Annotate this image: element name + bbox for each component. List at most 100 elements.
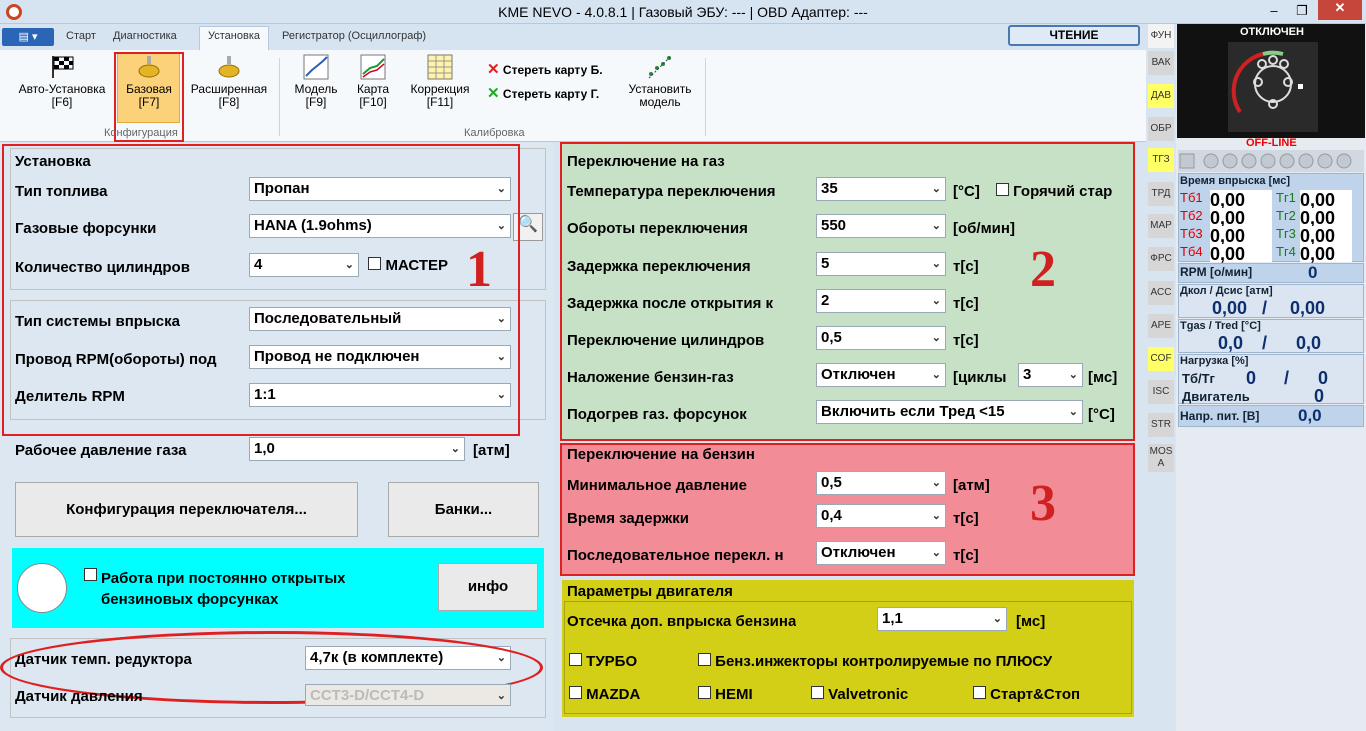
switch-config-button[interactable]: Конфигурация переключателя...	[15, 482, 358, 537]
mazda-checkbox[interactable]: MAZDA	[569, 686, 640, 703]
model-button[interactable]: Модель [F9]	[288, 54, 344, 109]
checkbox-icon	[996, 183, 1009, 196]
pressure-sensor-select[interactable]: CCT3-D/CCT4-D ⌄	[305, 684, 511, 706]
plus-injectors-checkbox[interactable]: Бенз.инжекторы контролируемые по ПЛЮСУ	[698, 653, 1052, 670]
switch-temp-select[interactable]: 35 ⌄	[816, 177, 946, 201]
cyl-switch-select[interactable]: 0,5 ⌄	[816, 326, 946, 350]
sequential-switch-select[interactable]: Отключен ⌄	[816, 541, 946, 565]
annotation-2: 2	[1030, 241, 1056, 298]
side-tab-tgz[interactable]: ТГЗ	[1148, 148, 1174, 172]
valvetronic-checkbox[interactable]: Valvetronic	[811, 686, 908, 703]
tg4-label: Тг4	[1276, 244, 1296, 259]
temp-b-value: 0,0	[1296, 333, 1322, 353]
switch-rpm-select[interactable]: 550 ⌄	[816, 214, 946, 238]
side-tab-ass[interactable]: АСС	[1148, 281, 1174, 305]
switch-delay-select[interactable]: 5 ⌄	[816, 252, 946, 276]
cyl-switch-unit: т[с]	[953, 332, 979, 349]
tg4-value: 0,00	[1300, 244, 1352, 264]
voltage-value: 0,0	[1298, 406, 1322, 425]
tb3-label: Тб3	[1180, 226, 1203, 241]
start-stop-label: Старт&Стоп	[990, 686, 1081, 703]
minimize-icon[interactable]: –	[1262, 3, 1286, 19]
tab-recorder[interactable]: Регистратор (Осциллограф)	[282, 30, 426, 42]
erase-map-g-label: Стереть карту Г.	[502, 87, 600, 101]
side-tab-vak[interactable]: ВАК	[1148, 51, 1174, 75]
model-key: [F9]	[305, 95, 327, 109]
side-tab-str[interactable]: STR	[1148, 413, 1174, 437]
tb2-value: 0,00	[1210, 208, 1272, 228]
close-x-icon: ✕	[487, 61, 500, 78]
checkbox-icon	[698, 653, 711, 666]
injector-heat-select[interactable]: Включить если Тред <15 ⌄	[816, 400, 1083, 424]
checkbox-icon	[698, 686, 711, 699]
side-tab-mosa[interactable]: MOS A	[1148, 444, 1174, 472]
chevron-down-icon: ⌄	[450, 443, 460, 455]
side-tab-frs[interactable]: ФРС	[1148, 247, 1174, 271]
chevron-down-icon: ⌄	[931, 295, 941, 307]
restore-icon[interactable]: ❐	[1290, 3, 1314, 19]
petrol-delay-label: Время задержки	[567, 510, 689, 527]
cutoff-select[interactable]: 1,1 ⌄	[877, 607, 1007, 631]
connection-state: ОТКЛЮЧЕН	[1240, 26, 1304, 38]
petrol-switch-title: Переключение на бензин	[567, 446, 755, 463]
overlap-value-select[interactable]: 3 ⌄	[1018, 363, 1083, 387]
model-label: Модель	[294, 82, 338, 96]
read-button[interactable]: ЧТЕНИЕ	[1008, 25, 1140, 46]
turbo-checkbox[interactable]: ТУРБО	[569, 653, 637, 670]
gas-switch-title: Переключение на газ	[567, 153, 725, 170]
window-title: KME NEVO - 4.0.8.1 | Газовый ЭБУ: --- | …	[498, 4, 868, 20]
side-tab-dav[interactable]: ДАВ	[1148, 84, 1174, 108]
chevron-down-icon: ⌄	[1068, 369, 1078, 381]
banks-button[interactable]: Банки...	[388, 482, 539, 537]
side-tab-fun[interactable]: ФУН	[1148, 24, 1174, 48]
pressure-a-value: 0,00	[1212, 298, 1248, 318]
delay-after-open-select[interactable]: 2 ⌄	[816, 289, 946, 313]
app-menu-button[interactable]: ▤ ▾	[2, 28, 54, 46]
auto-setup-button[interactable]: Авто-Установка [F6]	[8, 54, 116, 109]
side-tab-are[interactable]: АРЕ	[1148, 314, 1174, 338]
injector-heat-unit: [°C]	[1088, 406, 1115, 423]
tab-diagnostics[interactable]: Диагностика	[113, 30, 177, 42]
hemi-checkbox[interactable]: HEMI	[698, 686, 753, 703]
set-model-button[interactable]: Установить модель	[620, 54, 700, 109]
tab-setup[interactable]: Установка	[199, 26, 269, 50]
extended-button[interactable]: Расширенная [F8]	[184, 54, 274, 109]
close-icon[interactable]: ✕	[1318, 0, 1362, 20]
side-tab-cof[interactable]: COF	[1148, 347, 1174, 371]
switch-rpm-unit: [об/мин]	[953, 220, 1015, 237]
led-row-icon	[1179, 153, 1352, 169]
config-group-label: Конфигурация	[104, 127, 178, 139]
gas-pressure-select[interactable]: 1,0 ⌄	[249, 437, 465, 461]
side-tab-mar[interactable]: МАР	[1148, 214, 1174, 238]
side-tab-obr[interactable]: ОБР	[1148, 117, 1174, 141]
map-button[interactable]: Карта [F10]	[350, 54, 396, 109]
correction-button[interactable]: Коррекция [F11]	[402, 54, 478, 109]
min-pressure-label: Минимальное давление	[567, 477, 747, 494]
petrol-delay-select[interactable]: 0,4 ⌄	[816, 504, 946, 528]
overlap-select[interactable]: Отключен ⌄	[816, 363, 946, 387]
cyl-switch-label: Переключение цилиндров	[567, 332, 765, 349]
chevron-down-icon: ⌄	[496, 690, 506, 702]
tb1-value: 0,00	[1210, 190, 1272, 210]
offline-label: OFF-LINE	[1246, 137, 1297, 149]
pressure-slash: /	[1262, 298, 1268, 318]
load-a-value: 0	[1246, 368, 1257, 388]
open-injectors-checkbox[interactable]	[84, 568, 97, 586]
start-stop-checkbox[interactable]: Старт&Стоп	[973, 686, 1080, 703]
tg1-label: Тг1	[1276, 190, 1296, 205]
gas-pressure-unit: [атм]	[473, 442, 510, 459]
side-tab-trd[interactable]: ТРД	[1148, 182, 1174, 206]
side-tab-isc[interactable]: ISC	[1148, 380, 1174, 404]
erase-map-b-button[interactable]: ✕ Стереть карту Б.	[487, 60, 603, 78]
temp-a-value: 0,0	[1218, 333, 1244, 353]
hot-start-checkbox[interactable]: Горячий стар	[996, 183, 1130, 200]
injection-time-header: Время впрыска [мс]	[1180, 175, 1290, 187]
info-button[interactable]: инфо	[438, 563, 538, 611]
sequential-switch-label: Последовательное перекл. н	[567, 547, 784, 564]
min-pressure-select[interactable]: 0,5 ⌄	[816, 471, 946, 495]
load-label: Тб/Тг	[1182, 371, 1215, 386]
tab-start[interactable]: Старт	[66, 30, 96, 42]
checkbox-icon	[811, 686, 824, 699]
load-header: Нагрузка [%]	[1180, 355, 1249, 367]
erase-map-g-button[interactable]: ✕ Стереть карту Г.	[487, 84, 599, 102]
